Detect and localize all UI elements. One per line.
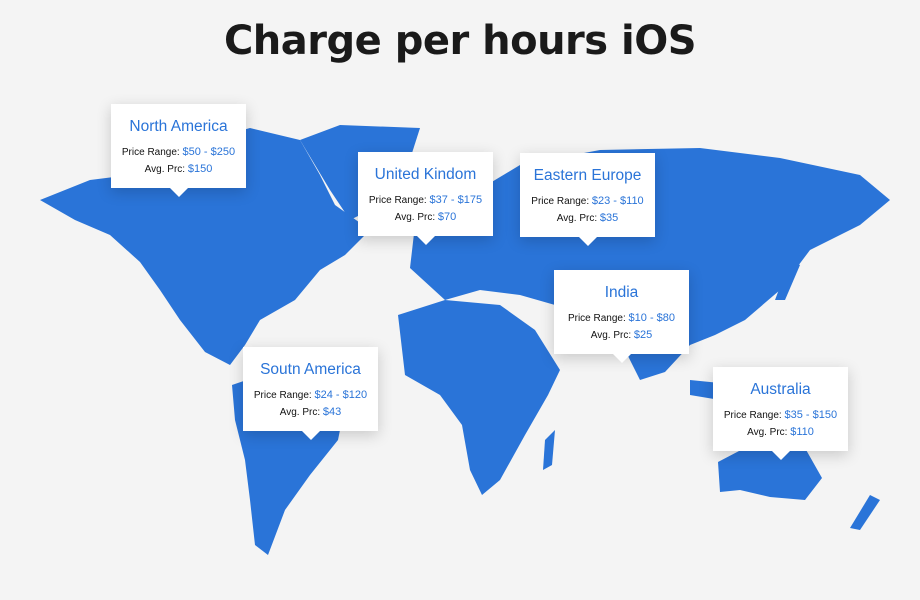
price-range-value: $50 - $250 [182, 146, 236, 158]
avg-label: Avg. Prc: [590, 330, 632, 341]
africa-shape [398, 300, 560, 495]
avg-label: Avg. Prc: [144, 164, 186, 175]
region-name: Soutn America [260, 361, 361, 378]
region-name: Eastern Europe [533, 167, 642, 184]
avg-label: Avg. Prc: [747, 427, 788, 438]
callout-north-america: North America Price Range: $50 - $250 Av… [111, 104, 246, 197]
avg-value: $110 [790, 426, 814, 438]
region-name: Australia [750, 381, 811, 398]
callout-australia: Australia Price Range: $35 - $150 Avg. P… [713, 367, 848, 460]
price-range-value: $23 - $110 [591, 195, 644, 207]
price-range-label: Price Range: [723, 410, 782, 421]
price-range-value: $35 - $150 [784, 409, 838, 421]
avg-label: Avg. Prc: [556, 213, 598, 224]
callout-united-kingdom: United Kindom Price Range: $37 - $175 Av… [358, 152, 493, 245]
madagascar-shape [543, 430, 555, 470]
price-range-label: Price Range: [121, 147, 180, 158]
callout-eastern-europe: Eastern Europe Price Range: $23 - $110 A… [520, 153, 655, 246]
region-name: India [604, 284, 639, 301]
world-map [40, 125, 890, 555]
avg-label: Avg. Prc: [279, 407, 321, 418]
price-range-label: Price Range: [567, 313, 626, 324]
price-range-value: $24 - $120 [314, 389, 368, 401]
price-range-label: Price Range: [531, 196, 590, 207]
price-range-label: Price Range: [368, 195, 427, 206]
region-name: North America [129, 118, 228, 135]
callout-south-america: Soutn America Price Range: $24 - $120 Av… [243, 347, 378, 440]
price-range-value: $10 - $80 [628, 312, 676, 324]
region-name: United Kindom [374, 166, 477, 183]
avg-value: $70 [437, 211, 457, 223]
new-zealand-shape [850, 495, 880, 530]
avg-value: $35 [599, 212, 619, 224]
callout-india: India Price Range: $10 - $80 Avg. Prc: $… [554, 270, 689, 363]
avg-value: $150 [187, 163, 213, 175]
price-range-label: Price Range: [253, 390, 312, 401]
avg-value: $25 [633, 329, 653, 341]
avg-value: $43 [322, 406, 342, 418]
avg-label: Avg. Prc: [394, 212, 436, 223]
price-range-value: $37 - $175 [429, 194, 483, 206]
